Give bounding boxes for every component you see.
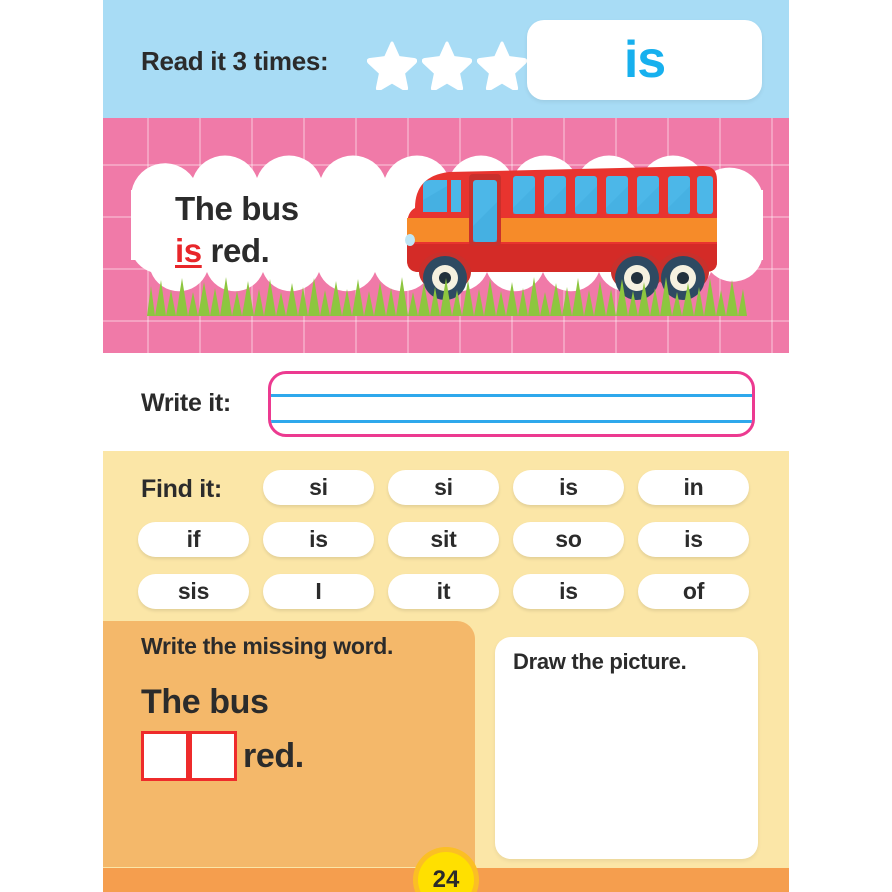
answer-box[interactable] xyxy=(189,731,237,781)
bottom-activities-section: Write the missing word. The bus red. Dra… xyxy=(103,621,789,892)
missing-word-sentence-end: red. xyxy=(243,736,304,775)
word-pill[interactable]: si xyxy=(388,470,499,505)
write-it-input[interactable] xyxy=(268,371,755,437)
sentence-illustration-section: The bus is red. xyxy=(103,118,789,353)
grass-decoration xyxy=(147,277,747,316)
target-word-text: is xyxy=(623,31,666,89)
target-word-card: is xyxy=(527,20,762,100)
word-pill[interactable]: sit xyxy=(388,522,499,557)
word-pill[interactable]: is xyxy=(513,470,624,505)
sentence-line-2-rest: red. xyxy=(201,232,270,270)
missing-word-panel: Write the missing word. The bus red. xyxy=(103,621,475,867)
sentence-line-1: The bus xyxy=(175,190,299,227)
word-pill[interactable]: if xyxy=(138,522,249,557)
word-pill[interactable]: it xyxy=(388,574,499,609)
word-pill[interactable]: I xyxy=(263,574,374,609)
word-pill[interactable]: so xyxy=(513,522,624,557)
word-pill[interactable]: is xyxy=(638,522,749,557)
answer-box[interactable] xyxy=(141,731,189,781)
sentence-target-word: is xyxy=(175,232,202,270)
word-pill[interactable]: in xyxy=(638,470,749,505)
star-icon[interactable] xyxy=(422,40,472,90)
star-rating[interactable] xyxy=(367,40,527,90)
rule-line-top xyxy=(271,394,752,397)
sentence-text: The bus is red. xyxy=(175,188,299,272)
missing-word-title: Write the missing word. xyxy=(141,633,394,659)
star-icon[interactable] xyxy=(477,40,527,90)
write-it-section: Write it: xyxy=(103,353,789,451)
word-pill[interactable]: is xyxy=(513,574,624,609)
answer-row: red. xyxy=(141,731,304,781)
read-it-label: Read it 3 times: xyxy=(141,46,329,76)
word-pill[interactable]: of xyxy=(638,574,749,609)
word-pill[interactable]: si xyxy=(263,470,374,505)
word-pill[interactable]: is xyxy=(263,522,374,557)
draw-picture-box[interactable]: Draw the picture. xyxy=(495,637,758,859)
star-icon[interactable] xyxy=(367,40,417,90)
missing-word-sentence-start: The bus xyxy=(141,683,269,721)
word-row: si si is in xyxy=(263,470,749,505)
worksheet-content: Read it 3 times: is The bus is red. Writ… xyxy=(103,0,789,892)
draw-picture-title: Draw the picture. xyxy=(513,649,687,674)
word-row: sis I it is of xyxy=(138,574,749,609)
find-it-section: Find it: si si is in if is sit so is sis… xyxy=(103,451,789,621)
rule-line-bottom xyxy=(271,420,752,423)
word-row: if is sit so is xyxy=(138,522,749,557)
sentence-line-2: is red. xyxy=(175,230,299,272)
word-pill[interactable]: sis xyxy=(138,574,249,609)
page-number-inner: 24 xyxy=(418,852,474,892)
read-it-section: Read it 3 times: is xyxy=(103,0,789,118)
find-it-label: Find it: xyxy=(141,475,222,503)
page-number-text: 24 xyxy=(432,866,460,892)
write-it-label: Write it: xyxy=(141,389,231,417)
cloud-panel: The bus is red. xyxy=(131,138,763,316)
worksheet-page: Read it 3 times: is The bus is red. Writ… xyxy=(0,0,892,892)
